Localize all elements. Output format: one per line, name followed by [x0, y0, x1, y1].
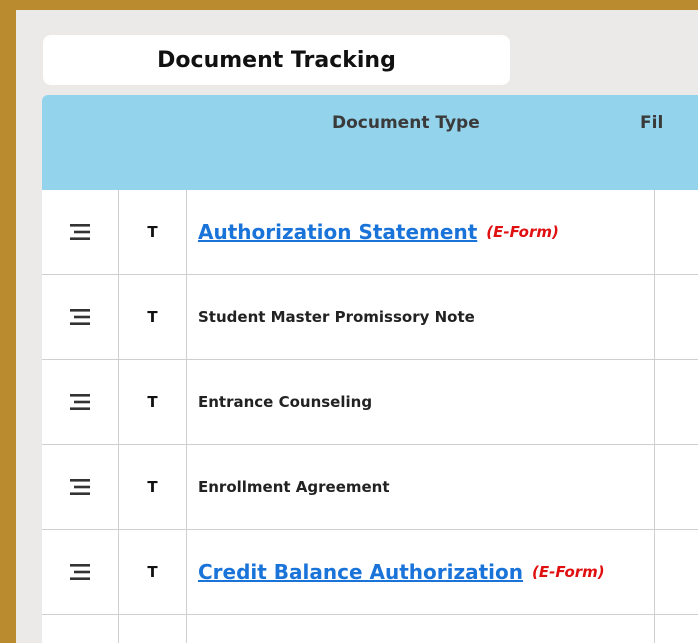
document-name-cell: Authorization Statement (E-Form): [187, 190, 655, 274]
document-name-cell: Credit Balance Authorization (E-Form): [187, 530, 655, 614]
row-handle[interactable]: [42, 360, 119, 444]
document-name: Enrollment Agreement: [198, 478, 390, 496]
eform-badge: (E-Form): [532, 563, 605, 581]
menu-lines-icon: [70, 394, 90, 410]
row-handle: [42, 615, 119, 643]
row-handle[interactable]: [42, 530, 119, 614]
table-row: [42, 615, 698, 643]
document-link[interactable]: Authorization Statement: [198, 220, 477, 244]
column-header-document-type: Document Type: [332, 113, 480, 133]
type-code: T: [119, 190, 187, 274]
title-box: Document Tracking: [43, 35, 510, 85]
document-link[interactable]: Credit Balance Authorization: [198, 560, 523, 584]
documents-table: Document Type Fil T Authorization Statem…: [42, 95, 698, 643]
type-code: T: [119, 530, 187, 614]
type-code: T: [119, 360, 187, 444]
table-row: T Authorization Statement (E-Form): [42, 190, 698, 275]
file-cell: [655, 360, 698, 444]
menu-lines-icon: [70, 564, 90, 580]
row-handle[interactable]: [42, 190, 119, 274]
document-name-cell: Entrance Counseling: [187, 360, 655, 444]
file-cell: [655, 615, 698, 643]
file-cell: [655, 275, 698, 359]
document-tracking-panel: Document Tracking Document Type Fil T Au…: [16, 10, 698, 643]
type-code: T: [119, 445, 187, 529]
type-code: [119, 615, 187, 643]
menu-lines-icon: [70, 224, 90, 240]
eform-badge: (E-Form): [486, 223, 559, 241]
document-name: Student Master Promissory Note: [198, 308, 475, 326]
column-header-file: Fil: [640, 113, 664, 133]
table-row: T Credit Balance Authorization (E-Form): [42, 530, 698, 615]
file-cell: [655, 445, 698, 529]
table-row: T Student Master Promissory Note: [42, 275, 698, 360]
document-name: Entrance Counseling: [198, 393, 373, 411]
menu-lines-icon: [70, 479, 90, 495]
file-cell: [655, 530, 698, 614]
table-row: T Enrollment Agreement: [42, 445, 698, 530]
document-name-cell: Student Master Promissory Note: [187, 275, 655, 359]
row-handle[interactable]: [42, 445, 119, 529]
document-name-cell: [187, 615, 655, 643]
type-code: T: [119, 275, 187, 359]
row-handle[interactable]: [42, 275, 119, 359]
table-header: Document Type Fil: [42, 95, 698, 190]
table-row: T Entrance Counseling: [42, 360, 698, 445]
page-title: Document Tracking: [157, 47, 396, 73]
document-name-cell: Enrollment Agreement: [187, 445, 655, 529]
menu-lines-icon: [70, 309, 90, 325]
file-cell: [655, 190, 698, 274]
